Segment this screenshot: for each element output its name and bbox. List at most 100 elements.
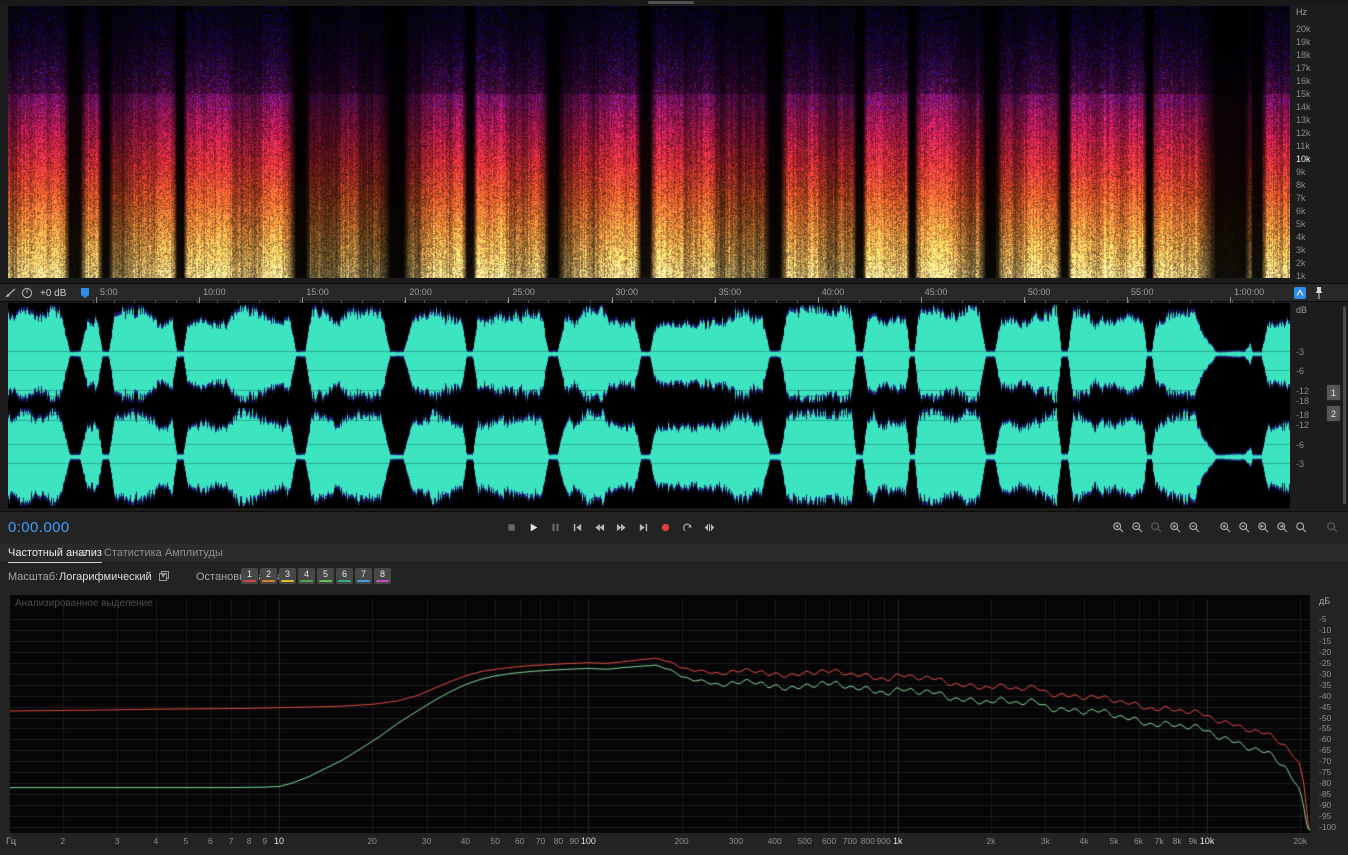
zoom-in-selection-button[interactable] bbox=[1219, 520, 1233, 535]
frame-hold-number: 8 bbox=[379, 569, 385, 579]
loop-playback-button[interactable] bbox=[678, 518, 697, 537]
freq-tick-label: 40 bbox=[460, 836, 471, 846]
freq-tick-label: 800 bbox=[860, 836, 875, 846]
frequency-label: 4k bbox=[1296, 232, 1306, 242]
zoom-in-amplitude-button[interactable] bbox=[1169, 520, 1183, 535]
db-tick-label: -90 bbox=[1319, 800, 1332, 811]
pause-button[interactable] bbox=[546, 518, 565, 537]
freq-tick-label: 90 bbox=[569, 836, 579, 846]
analysis-controls: Масштаб: Логарифмический ▼ Остановка кад… bbox=[0, 564, 1348, 590]
spectrogram-display[interactable] bbox=[8, 6, 1290, 278]
frame-hold-button-7[interactable]: 7 bbox=[355, 568, 372, 584]
frame-hold-color-bar bbox=[281, 580, 294, 582]
db-tick-label: -75 bbox=[1319, 767, 1332, 778]
zoom-in-time-button[interactable] bbox=[1112, 520, 1126, 535]
frame-hold-button-8[interactable]: 8 bbox=[374, 568, 391, 584]
frame-hold-number: 2 bbox=[265, 569, 271, 579]
audition-window: Hz 20k 19k 18k 17k 16k 15k 14k 13k 12k 11k 10k 9k 8k… bbox=[0, 0, 1348, 855]
scale-value: Логарифмический bbox=[59, 570, 152, 583]
frame-hold-button-3[interactable]: 3 bbox=[279, 568, 296, 584]
record-button[interactable] bbox=[656, 518, 675, 537]
db-tick-label: -30 bbox=[1319, 668, 1332, 679]
graph-overlay-label: Анализированное выделение bbox=[15, 598, 153, 609]
frame-hold-button-4[interactable]: 4 bbox=[298, 568, 315, 584]
time-display: 0:00.000 bbox=[8, 519, 70, 536]
graph-frequency-axis: Гц 2 3 4 5 6 7 8 9 10 20 30 40 50 60 70 80 90 100 200 300 40… bbox=[6, 835, 1326, 849]
freq-tick-label: 6 bbox=[208, 836, 213, 846]
zoom-out-selection-button[interactable] bbox=[1238, 520, 1252, 535]
db-label: -12 bbox=[1296, 386, 1310, 396]
vertical-scrollbar[interactable] bbox=[1343, 306, 1346, 504]
time-label: 50:00 bbox=[1027, 287, 1051, 297]
freq-tick-label: 5k bbox=[1109, 836, 1119, 846]
db-tick-label: -100 bbox=[1319, 822, 1337, 832]
channel-2-button[interactable]: 2 bbox=[1326, 405, 1341, 422]
freq-tick-label: 9k bbox=[1188, 836, 1198, 846]
frequency-label: 1k bbox=[1296, 271, 1306, 281]
db-tick-label: -45 bbox=[1319, 701, 1332, 712]
pin-icon[interactable] bbox=[1313, 286, 1325, 300]
frame-hold-button-6[interactable]: 6 bbox=[336, 568, 353, 584]
frequency-label: 17k bbox=[1296, 63, 1311, 73]
rewind-button[interactable] bbox=[590, 518, 609, 537]
frame-hold-button-2[interactable]: 2 bbox=[260, 568, 277, 584]
frequency-label: 2k bbox=[1296, 258, 1306, 268]
tab-amplitude-statistics[interactable]: Статистика Амплитуды bbox=[104, 547, 223, 559]
frame-hold-color-bar bbox=[338, 580, 351, 582]
snap-toggle-icon[interactable] bbox=[1294, 287, 1306, 299]
zoom-out-amplitude-button[interactable] bbox=[1188, 520, 1202, 535]
frequency-graph[interactable] bbox=[10, 595, 1310, 833]
freq-tick-label: 8k bbox=[1172, 836, 1182, 846]
db-tick-label: -65 bbox=[1319, 745, 1332, 756]
frequency-label: 18k bbox=[1296, 50, 1311, 60]
zoom-reset-button[interactable] bbox=[1295, 520, 1309, 535]
skip-selection-button[interactable] bbox=[700, 518, 719, 537]
stop-button[interactable] bbox=[502, 518, 521, 537]
frequency-label: 19k bbox=[1296, 37, 1311, 47]
tab-frequency-analysis[interactable]: Частотный анализ bbox=[8, 547, 102, 563]
frame-hold-color-bar bbox=[262, 580, 275, 582]
freq-tick-label: 7k bbox=[1154, 836, 1164, 846]
frame-hold-number: 4 bbox=[303, 569, 309, 579]
waveform-display[interactable] bbox=[8, 303, 1290, 508]
zoom-selection-left-button[interactable] bbox=[1257, 520, 1271, 535]
zoom-out-time-button[interactable] bbox=[1131, 520, 1145, 535]
skip-to-start-button[interactable] bbox=[568, 518, 587, 537]
frequency-analysis-panel: Частотный анализ ≡ Статистика Амплитуды … bbox=[0, 544, 1348, 855]
graph-db-axis: дБ -5 -10 -15 -20 -25 -30 -35 -40 -45 -50 -55 -60 -6… bbox=[1316, 595, 1348, 837]
time-label: 1:00:00 bbox=[1234, 287, 1265, 297]
freq-tick-label: 5 bbox=[183, 836, 189, 846]
freq-tick-label: 20k bbox=[1293, 836, 1308, 846]
db-label: -6 bbox=[1296, 440, 1305, 450]
horizontal-scrollbar[interactable] bbox=[0, 0, 1348, 5]
frequency-label: 16k bbox=[1296, 76, 1311, 86]
play-button[interactable] bbox=[524, 518, 543, 537]
freq-tick-label: 100 bbox=[580, 836, 596, 846]
freq-tick-label: 2 bbox=[60, 836, 66, 846]
db-label: -18 bbox=[1296, 396, 1310, 406]
scrollbar-handle[interactable] bbox=[648, 1, 694, 4]
zoom-selection-button[interactable] bbox=[1150, 520, 1164, 535]
hz-unit-label: Hz bbox=[1296, 7, 1307, 17]
copy-icon[interactable] bbox=[158, 570, 170, 582]
scale-dropdown[interactable]: Логарифмический ▼ bbox=[56, 568, 167, 585]
panel-menu-icon[interactable]: ≡ bbox=[80, 547, 86, 559]
frame-hold-number: 7 bbox=[360, 569, 366, 579]
db-tick-label: -10 bbox=[1319, 624, 1332, 635]
frame-hold-button-5[interactable]: 5 bbox=[317, 568, 334, 584]
fast-forward-button[interactable] bbox=[612, 518, 631, 537]
channel-1-button[interactable]: 1 bbox=[1326, 384, 1341, 401]
timeline-ruler[interactable]: +0 dB 5:00 10:00 15:00 20:00 25:00 30:00 35:00… bbox=[0, 283, 1348, 303]
frequency-label: 13k bbox=[1296, 115, 1311, 125]
freq-tick-label: 10k bbox=[1199, 836, 1215, 846]
zoom-selection-right-button[interactable] bbox=[1276, 520, 1290, 535]
skip-to-end-button[interactable] bbox=[634, 518, 653, 537]
freq-tick-label: 1k bbox=[893, 836, 903, 846]
db-label: -3 bbox=[1296, 459, 1305, 469]
freq-tick-label: 4k bbox=[1079, 836, 1089, 846]
freq-tick-label: 80 bbox=[553, 836, 564, 846]
frame-hold-buttons: 1 2 3 4 5 6 7 8 bbox=[241, 568, 391, 584]
db-tick-label: -15 bbox=[1319, 635, 1332, 646]
frame-hold-button-1[interactable]: 1 bbox=[241, 568, 258, 584]
zoom-full-button[interactable] bbox=[1326, 520, 1340, 535]
